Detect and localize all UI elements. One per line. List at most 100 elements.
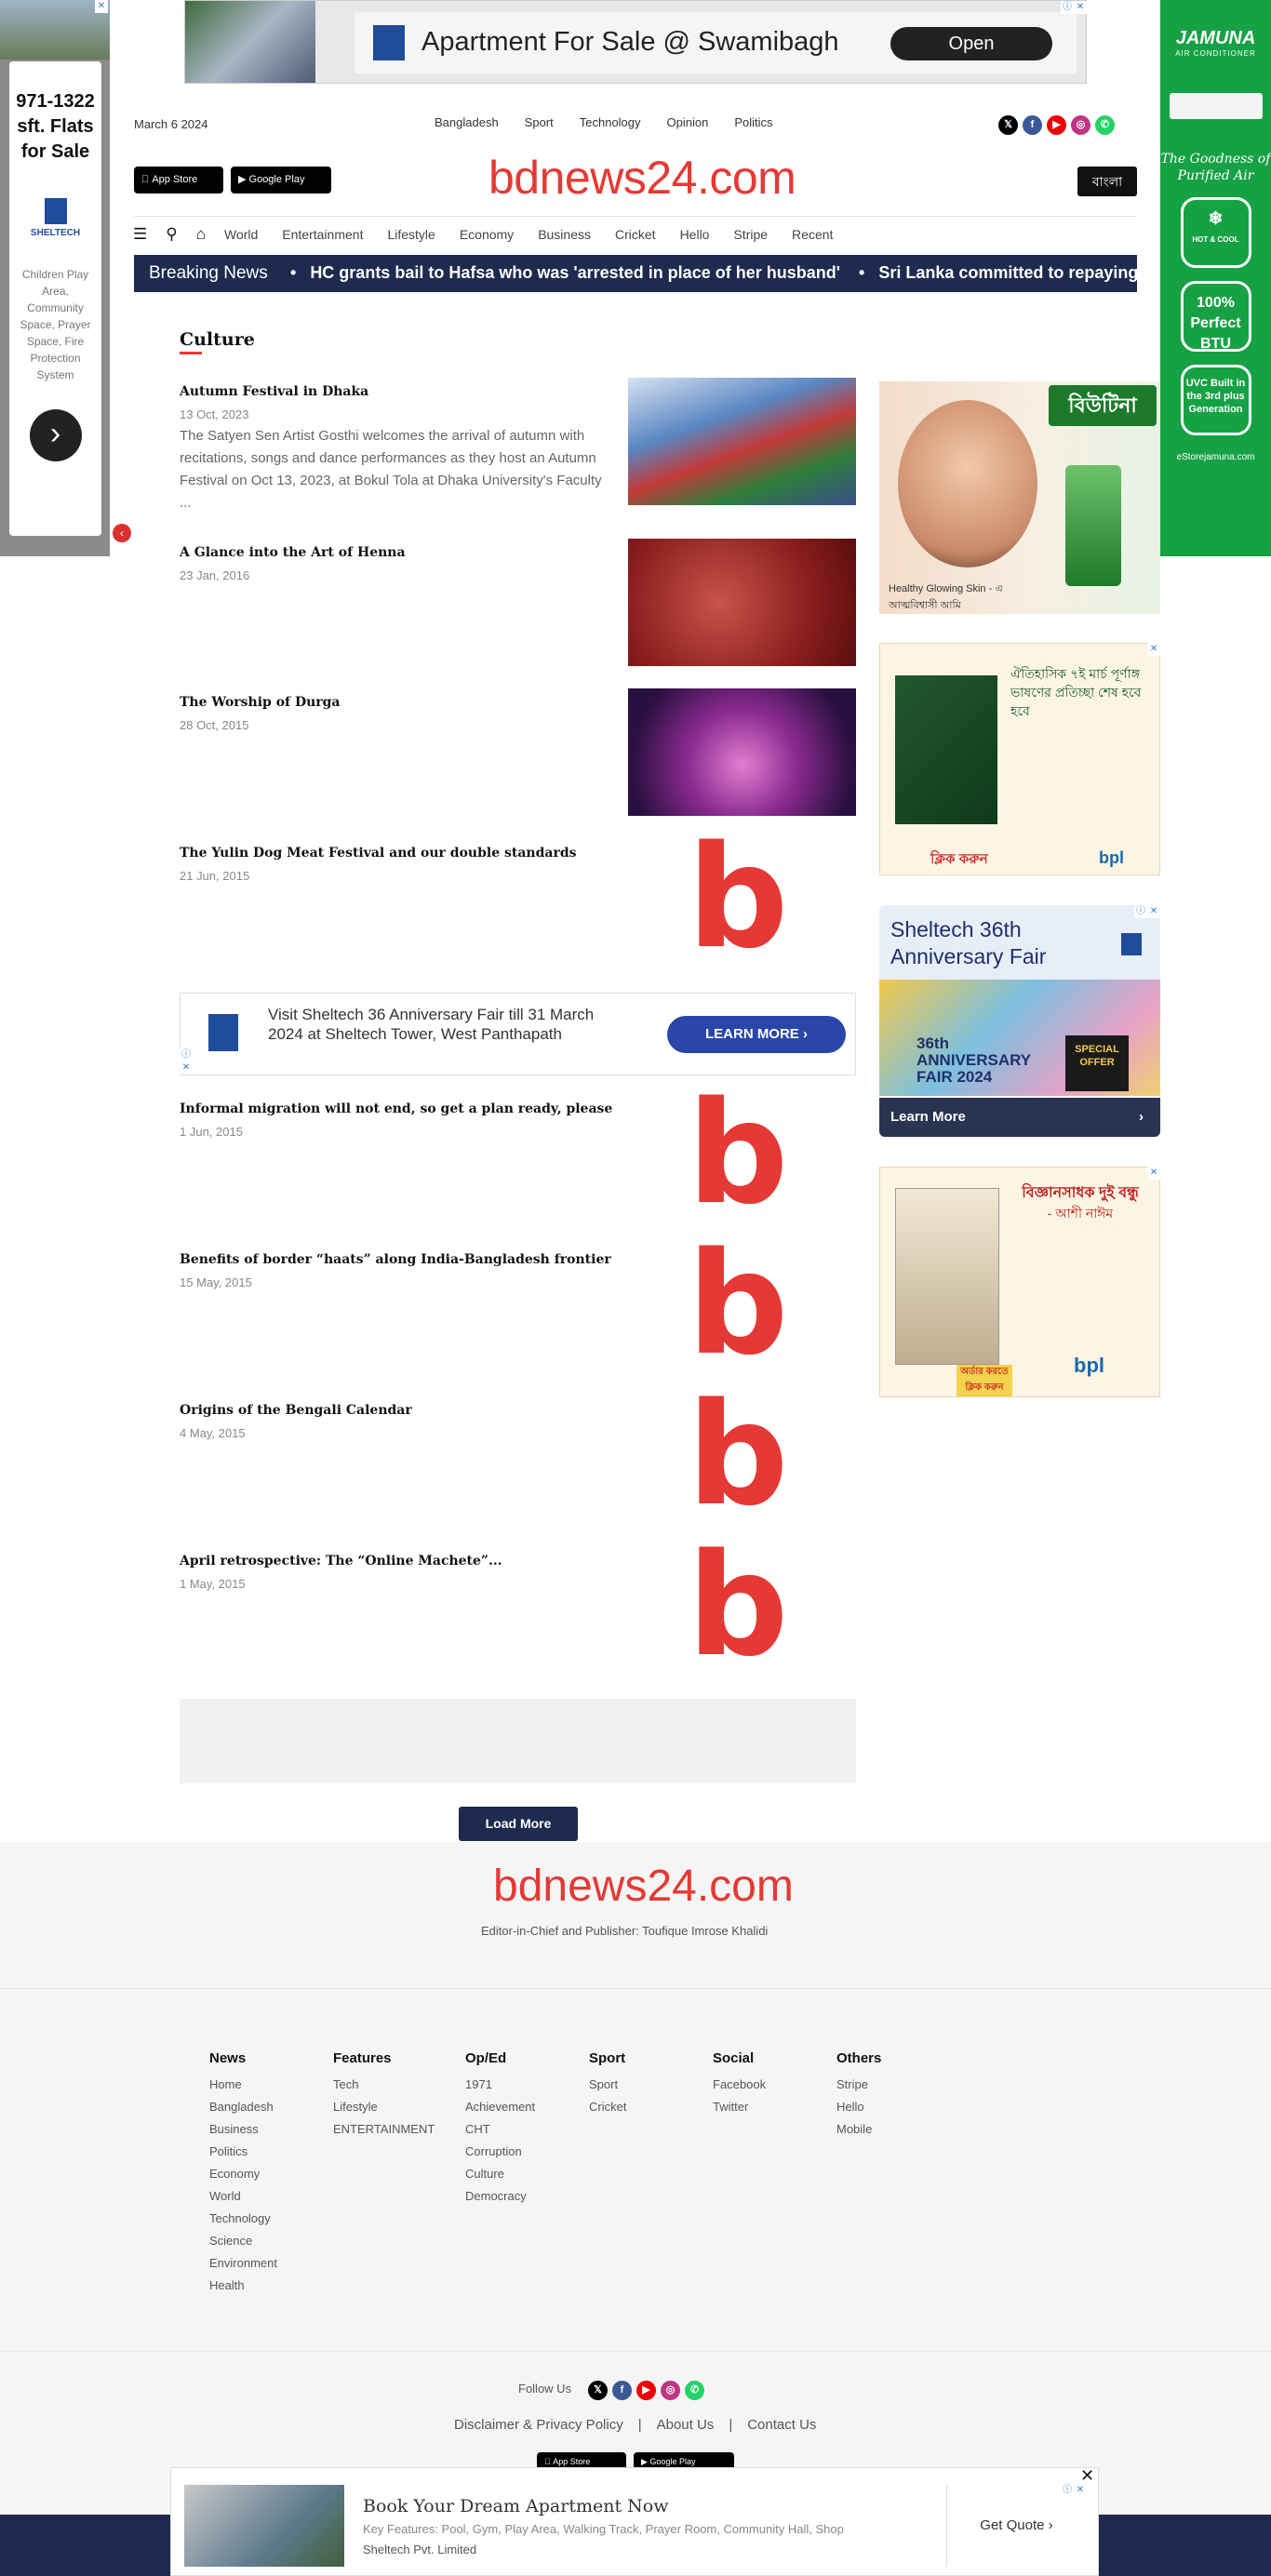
rail-ad-book-1[interactable]: ঐতিহাসিক ৭ই মার্চ পূর্ণাঙ্গ ভাষণের প্রতি… [879, 643, 1160, 875]
learn-more-button[interactable]: LEARN MORE › [667, 1016, 846, 1053]
youtube-icon[interactable]: ▶ [636, 2381, 656, 2400]
footer-link[interactable]: Technology [209, 2208, 277, 2230]
article-item[interactable]: Origins of the Bengali Calendar 4 May, 2… [180, 1384, 856, 1526]
left-ad-arrow-button[interactable]: › [29, 409, 82, 461]
footer-link[interactable]: Environment [209, 2252, 277, 2275]
menu-icon[interactable]: ☰ [133, 225, 147, 244]
ad-close-icon[interactable]: ✕ [1147, 905, 1160, 918]
footer-link[interactable]: Science [209, 2230, 277, 2252]
ad-info-icon[interactable]: ⓘ [180, 1048, 193, 1061]
footer-link[interactable]: Business [209, 2118, 277, 2141]
ad-close-icon[interactable]: ✕ [1147, 1167, 1160, 1180]
topnav-sport[interactable]: Sport [525, 115, 554, 129]
ad-info-icon[interactable]: ⓘ [1061, 2484, 1074, 2497]
footer-link[interactable]: Stripe [836, 2074, 881, 2096]
youtube-icon[interactable]: ▶ [1047, 115, 1066, 135]
instagram-icon[interactable]: ◎ [661, 2381, 680, 2400]
ad-close-icon[interactable]: ✕ [1147, 643, 1160, 656]
ad-close-icon[interactable]: ✕ [95, 0, 108, 13]
footer-link[interactable]: ENTERTAINMENT [333, 2118, 435, 2141]
facebook-icon[interactable]: f [612, 2381, 632, 2400]
inline-ad[interactable]: Visit Sheltech 36 Anniversary Fair till … [180, 993, 856, 1075]
x-icon[interactable]: 𝕏 [588, 2381, 608, 2400]
topnav-technology[interactable]: Technology [580, 115, 641, 129]
footer-logo[interactable]: bdnews24.com [493, 1861, 794, 1912]
footer-link[interactable]: Democracy [465, 2185, 535, 2208]
footer-link[interactable]: Facebook [713, 2074, 766, 2096]
top-ad-open-button[interactable]: Open [890, 27, 1052, 60]
google-play-badge[interactable]: ▶ Google Play [231, 167, 331, 194]
app-store-badge[interactable]:  App Store [134, 167, 223, 194]
ad-close-icon[interactable]: ✕ [1074, 1, 1087, 14]
carousel-prev-icon[interactable]: ‹ [113, 524, 131, 542]
ad-info-icon[interactable]: ⓘ [1061, 1, 1074, 14]
article-item[interactable]: Informal migration will not end, so get … [180, 1083, 856, 1224]
rail-ad-book-2[interactable]: বিজ্ঞানসাধক দুই বন্ধু - আশী নাঈম অর্ডার … [879, 1167, 1160, 1397]
footer-link[interactable]: Hello [836, 2096, 881, 2118]
rail-ad-learn-more[interactable]: Learn More › [879, 1098, 1160, 1137]
footer-link[interactable]: Twitter [713, 2096, 766, 2118]
footer-link[interactable]: 1971 [465, 2074, 535, 2096]
topnav-bangladesh[interactable]: Bangladesh [435, 115, 499, 129]
footer-link[interactable]: Corruption [465, 2141, 535, 2163]
right-side-ad[interactable]: JAMUNA AIR CONDITIONER The Goodness of P… [1160, 0, 1271, 556]
footer-link[interactable]: Mobile [836, 2118, 881, 2141]
topnav-politics[interactable]: Politics [734, 115, 772, 129]
placeholder-logo-icon[interactable]: b [673, 1384, 803, 1526]
whatsapp-icon[interactable]: ✆ [685, 2381, 704, 2400]
get-quote-button[interactable]: Get Quote › [946, 2485, 1086, 2567]
footer-link[interactable]: Health [209, 2275, 277, 2297]
article-item[interactable]: The Yulin Dog Meat Festival and our doub… [180, 827, 856, 968]
footer-link[interactable]: Bangladesh [209, 2096, 277, 2118]
home-icon[interactable]: ⌂ [196, 225, 206, 244]
article-item[interactable]: April retrospective: The “Online Machete… [180, 1535, 856, 1676]
nav-business[interactable]: Business [538, 227, 591, 242]
placeholder-logo-icon[interactable]: b [673, 1083, 803, 1224]
about-us-link[interactable]: About Us [657, 2417, 715, 2433]
placeholder-logo-icon[interactable]: b [673, 827, 803, 968]
ad-info-icon[interactable]: ⓘ [1134, 905, 1147, 918]
article-thumbnail[interactable] [628, 539, 856, 666]
topnav-opinion[interactable]: Opinion [667, 115, 709, 129]
nav-entertainment[interactable]: Entertainment [282, 227, 363, 242]
footer-link[interactable]: Home [209, 2074, 277, 2096]
article-item[interactable]: Autumn Festival in Dhaka 13 Oct, 2023 Th… [180, 378, 856, 514]
nav-recent[interactable]: Recent [792, 227, 833, 242]
ad-close-icon[interactable]: ✕ [1074, 2484, 1087, 2497]
breaking-ticker[interactable]: • HC grants bail to Hafsa who was 'arres… [290, 263, 1137, 283]
disclaimer-link[interactable]: Disclaimer & Privacy Policy [454, 2417, 623, 2433]
placeholder-logo-icon[interactable]: b [673, 1234, 803, 1375]
footer-link[interactable]: Politics [209, 2141, 277, 2163]
whatsapp-icon[interactable]: ✆ [1095, 115, 1115, 135]
footer-link[interactable]: Achievement [465, 2096, 535, 2118]
footer-link[interactable]: Economy [209, 2163, 277, 2185]
site-logo[interactable]: bdnews24.com [488, 151, 796, 205]
nav-economy[interactable]: Economy [460, 227, 514, 242]
placeholder-logo-icon[interactable]: b [673, 1535, 803, 1676]
x-icon[interactable]: 𝕏 [998, 115, 1018, 135]
footer-link[interactable]: Lifestyle [333, 2096, 435, 2118]
footer-link[interactable]: Culture [465, 2163, 535, 2185]
bottom-sticky-ad[interactable]: Book Your Dream Apartment Now Key Featur… [170, 2467, 1099, 2576]
nav-world[interactable]: World [224, 227, 258, 242]
ad-close-icon[interactable]: ✕ [180, 1061, 193, 1074]
rail-ad-sheltech[interactable]: Sheltech 36th Anniversary Fair 36th ANNI… [879, 905, 1160, 1137]
footer-link[interactable]: CHT [465, 2118, 535, 2141]
load-more-button[interactable]: Load More [459, 1807, 578, 1841]
instagram-icon[interactable]: ◎ [1071, 115, 1090, 135]
contact-us-link[interactable]: Contact Us [747, 2417, 816, 2433]
left-side-ad[interactable]: 971-1322 sft. Flats for Sale SHELTECH Ch… [0, 0, 110, 556]
article-thumbnail[interactable] [628, 378, 856, 505]
nav-cricket[interactable]: Cricket [615, 227, 656, 242]
article-item[interactable]: A Glance into the Art of Henna 23 Jan, 2… [180, 539, 856, 666]
footer-link[interactable]: Tech [333, 2074, 435, 2096]
article-item[interactable]: The Worship of Durga 28 Oct, 2015 [180, 688, 856, 816]
article-thumbnail[interactable] [628, 688, 856, 816]
footer-link[interactable]: World [209, 2185, 277, 2208]
rail-ad-beautina[interactable]: বিউটিনা Healthy Glowing Skin - এ আত্মবিশ… [879, 381, 1160, 614]
search-icon[interactable]: ⚲ [166, 225, 177, 244]
nav-stripe[interactable]: Stripe [733, 227, 768, 242]
nav-lifestyle[interactable]: Lifestyle [387, 227, 435, 242]
article-item[interactable]: Benefits of border “haats” along India-B… [180, 1234, 856, 1375]
bangla-language-button[interactable]: বাংলা [1077, 167, 1137, 196]
